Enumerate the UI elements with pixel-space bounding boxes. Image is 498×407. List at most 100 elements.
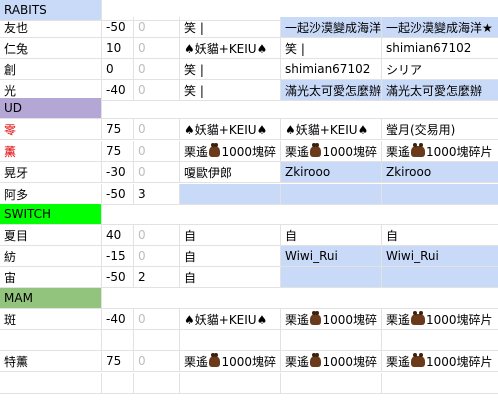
empty-row <box>0 373 498 394</box>
entry-cell[interactable]: Wiwi_Rui <box>382 246 498 267</box>
table-row: 零 75 0 ♠妖貓+KEIU♠ ♠妖貓+KEIU♠ 瑩月(交易用) <box>0 119 498 140</box>
count-cell[interactable]: 0 <box>134 309 180 330</box>
entry-cell[interactable]: 瑩月(交易用) <box>382 119 498 140</box>
entry-cell[interactable]: shimian67102 <box>281 59 382 80</box>
empty-cell[interactable] <box>0 373 102 394</box>
entry-cell[interactable]: 栗遙 1000塊碎 <box>180 351 281 372</box>
count-cell[interactable]: 0 <box>134 141 180 162</box>
bag-icon <box>209 142 221 157</box>
empty-cell[interactable] <box>180 373 281 394</box>
entry-cell[interactable]: 栗遙 1000塊碎 <box>281 141 382 162</box>
member-name-cell[interactable]: 夏目 <box>0 225 102 246</box>
empty-cell[interactable] <box>102 288 498 309</box>
empty-row <box>0 330 498 351</box>
group-label[interactable]: SWITCH <box>0 204 102 225</box>
empty-cell[interactable] <box>102 204 498 225</box>
entry-cell[interactable]: 栗遙 1000塊碎 <box>281 351 382 372</box>
empty-cell[interactable] <box>134 373 180 394</box>
entry-cell[interactable]: シリア <box>382 59 498 80</box>
bag-icon <box>209 352 221 367</box>
group-label[interactable]: UD <box>0 98 102 119</box>
entry-cell[interactable]: 栗遙 1000塊碎片 <box>382 141 498 162</box>
entry-cell[interactable]: ♠妖貓+KEIU♠ <box>281 119 382 140</box>
table-row: 阿多 -50 3 <box>0 184 498 205</box>
entry-cell[interactable]: 自 <box>382 225 498 246</box>
count-cell[interactable]: 0 <box>134 225 180 246</box>
count-cell[interactable]: 2 <box>134 267 180 288</box>
count-cell[interactable]: 0 <box>134 119 180 140</box>
empty-cell[interactable] <box>102 98 498 119</box>
member-name-cell[interactable]: 友也 <box>0 17 102 38</box>
score-cell[interactable]: 75 <box>102 141 134 162</box>
member-name-cell[interactable]: 宙 <box>0 267 102 288</box>
count-cell[interactable]: 0 <box>134 17 180 38</box>
member-name-cell[interactable]: 特薰 <box>0 351 102 372</box>
entry-cell[interactable]: 嗄歐伊郎 <box>180 162 281 183</box>
entry-cell[interactable]: 栗遙 1000塊碎片 <box>382 351 498 372</box>
entry-cell[interactable]: 栗遙 1000塊碎片 <box>382 309 498 330</box>
entry-cell[interactable]: shimian67102 <box>382 38 498 59</box>
score-cell[interactable]: 75 <box>102 351 134 372</box>
count-cell[interactable]: 0 <box>134 59 180 80</box>
member-name-cell[interactable]: 斑 <box>0 309 102 330</box>
entry-cell[interactable] <box>382 267 498 288</box>
entry-cell[interactable]: 自 <box>180 267 281 288</box>
score-cell[interactable]: -50 <box>102 267 134 288</box>
member-name-cell[interactable]: 紡 <box>0 246 102 267</box>
score-cell[interactable]: -30 <box>102 162 134 183</box>
score-cell[interactable]: 40 <box>102 225 134 246</box>
member-name-cell[interactable]: 阿多 <box>0 184 102 205</box>
empty-cell[interactable] <box>102 330 134 351</box>
entry-cell[interactable] <box>180 184 281 205</box>
entry-cell[interactable]: 自 <box>180 225 281 246</box>
entry-cell[interactable]: ♠妖貓+KEIU♠ <box>180 119 281 140</box>
empty-cell[interactable] <box>382 373 498 394</box>
score-cell[interactable]: -40 <box>102 309 134 330</box>
empty-cell[interactable] <box>134 330 180 351</box>
member-name-cell[interactable]: 創 <box>0 59 102 80</box>
member-name-cell[interactable]: 晃牙 <box>0 162 102 183</box>
table-row: 友也 -50 0 笑 | 一起沙漠變成海洋 一起沙漠變成海洋★ <box>0 17 498 38</box>
entry-cell[interactable]: ♠妖貓+KEIU♠ <box>180 38 281 59</box>
table-row: 紡 -15 0 自 Wiwi_Rui Wiwi_Rui <box>0 246 498 267</box>
score-cell[interactable]: -50 <box>102 17 134 38</box>
entry-cell[interactable]: 一起沙漠變成海洋 <box>281 17 382 38</box>
empty-cell[interactable] <box>281 330 382 351</box>
score-cell[interactable]: 0 <box>102 59 134 80</box>
entry-cell[interactable]: 一起沙漠變成海洋★ <box>382 17 498 38</box>
entry-cell[interactable] <box>281 184 382 205</box>
score-cell[interactable]: 75 <box>102 119 134 140</box>
entry-cell[interactable]: 栗遙 1000塊碎 <box>281 309 382 330</box>
entry-cell[interactable]: 自 <box>281 225 382 246</box>
count-cell[interactable]: 0 <box>134 246 180 267</box>
entry-cell[interactable]: 自 <box>180 246 281 267</box>
member-name-cell[interactable]: 薰 <box>0 141 102 162</box>
entry-cell[interactable]: Wiwi_Rui <box>281 246 382 267</box>
spreadsheet-grid: RABITS 友也 -50 0 笑 | 一起沙漠變成海洋 一起沙漠變成海洋★ 仁兔 10 0 ♠妖貓… <box>0 0 498 407</box>
entry-cell[interactable]: Zkirooo <box>382 162 498 183</box>
entry-cell[interactable]: 笑 | <box>180 17 281 38</box>
table-row: 創00笑 | shimian67102 シリア <box>0 59 498 80</box>
entry-cell[interactable]: ♠妖貓+KEIU♠ <box>180 309 281 330</box>
entry-cell[interactable]: Zkirooo <box>281 162 382 183</box>
empty-cell[interactable] <box>0 330 102 351</box>
empty-cell[interactable] <box>102 373 134 394</box>
empty-cell[interactable] <box>180 330 281 351</box>
entry-cell[interactable]: 笑 | <box>180 59 281 80</box>
group-label[interactable]: MAM <box>0 288 102 309</box>
score-cell[interactable]: 10 <box>102 38 134 59</box>
count-cell[interactable]: 0 <box>134 38 180 59</box>
score-cell[interactable]: -50 <box>102 184 134 205</box>
member-name-cell[interactable]: 仁兔 <box>0 38 102 59</box>
count-cell[interactable]: 0 <box>134 351 180 372</box>
entry-cell[interactable] <box>382 184 498 205</box>
count-cell[interactable]: 0 <box>134 162 180 183</box>
member-name-cell[interactable]: 零 <box>0 119 102 140</box>
entry-cell[interactable] <box>281 267 382 288</box>
count-cell[interactable]: 3 <box>134 184 180 205</box>
entry-cell[interactable]: 栗遙 1000塊碎 <box>180 141 281 162</box>
score-cell[interactable]: -15 <box>102 246 134 267</box>
empty-cell[interactable] <box>382 330 498 351</box>
empty-cell[interactable] <box>281 373 382 394</box>
entry-cell[interactable]: 笑 | <box>281 38 382 59</box>
